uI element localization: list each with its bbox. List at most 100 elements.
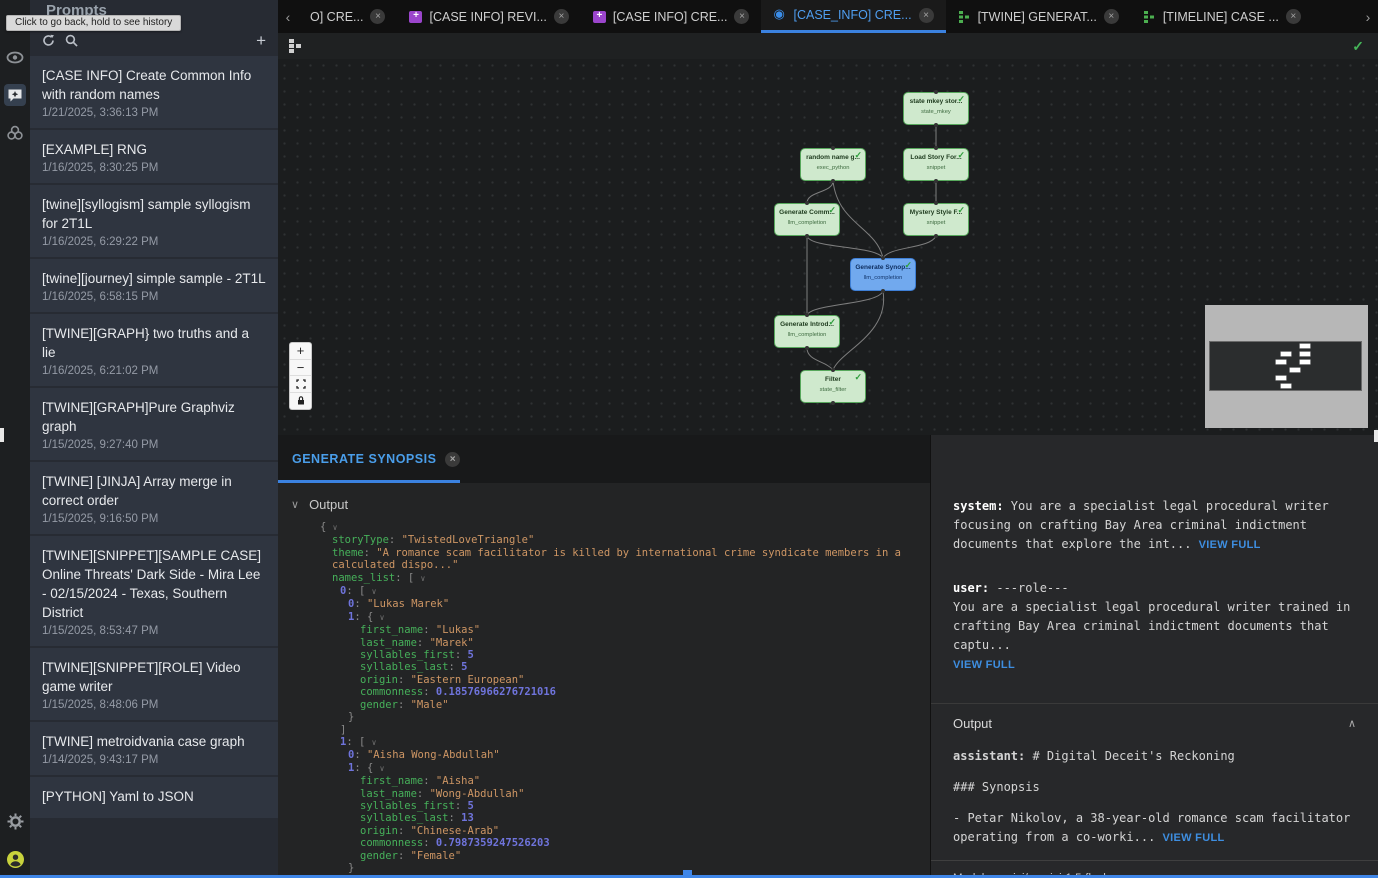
prompt-title: [CASE INFO] Create Common Info with rand… — [42, 66, 266, 104]
tab-type-icon — [593, 11, 606, 23]
view-full-link[interactable]: VIEW FULL — [1163, 832, 1225, 844]
prompt-title: [TWINE][GRAPH]Pure Graphviz graph — [42, 398, 266, 436]
user-avatar[interactable] — [4, 848, 26, 870]
graph-node[interactable]: Generate Synop... llm_completion ✓ — [850, 258, 916, 291]
list-item[interactable]: [EXAMPLE] RNG 1/16/2025, 8:30:25 PM — [30, 130, 278, 183]
model-output-label: Output — [953, 716, 992, 731]
list-item[interactable]: [PYTHON] Yaml to JSON — [30, 777, 278, 818]
prompt-title: [TWINE][GRAPH} two truths and a lie — [42, 324, 266, 362]
main-area: ‹ O] CRE... × [CASE INFO] REVI... × — [278, 0, 1378, 878]
tab[interactable]: [CASE_INFO] CRE... × — [761, 0, 945, 33]
close-icon[interactable]: × — [734, 9, 749, 24]
graph-node[interactable]: random name g... exec_python ✓ — [800, 148, 866, 181]
tab[interactable]: [CASE INFO] REVI... × — [397, 0, 580, 33]
prompt-title: [TWINE][SNIPPET][ROLE] Video game writer — [42, 658, 266, 696]
list-item[interactable]: [twine][journey] simple sample - 2T1L 1/… — [30, 259, 278, 312]
view-full-link[interactable]: VIEW FULL — [1199, 539, 1261, 551]
settings-gear-icon[interactable] — [4, 810, 26, 832]
graph-minimap[interactable] — [1205, 305, 1368, 428]
close-icon[interactable]: × — [445, 452, 460, 467]
list-item[interactable]: [twine][syllogism] sample syllogism for … — [30, 185, 278, 257]
splitter-handle-right[interactable] — [1374, 430, 1378, 442]
close-icon[interactable]: × — [1286, 9, 1301, 24]
tab[interactable]: [TWINE] GENERAT... × — [946, 0, 1131, 33]
tab-scroll-right[interactable]: › — [1358, 0, 1378, 33]
left-icon-rail — [0, 0, 30, 878]
add-prompt-button[interactable]: + — [256, 32, 266, 49]
tab[interactable]: [CASE INFO] CRE... × — [581, 0, 762, 33]
tab-label: [CASE_INFO] CRE... — [793, 8, 911, 22]
graph-valid-check-icon: ✓ — [1352, 38, 1364, 55]
lock-button[interactable] — [290, 393, 311, 410]
list-item[interactable]: [TWINE] metroidvania case graph 1/14/202… — [30, 722, 278, 775]
prompt-timestamp: 1/16/2025, 6:29:22 PM — [42, 236, 266, 248]
assistant-role-label: assistant: — [953, 749, 1025, 763]
prompt-timestamp: 1/15/2025, 8:53:47 PM — [42, 625, 266, 637]
chat-sparkle-icon — [7, 88, 23, 103]
tab[interactable]: O] CRE... × — [298, 0, 397, 33]
flow-layout-icon[interactable] — [288, 39, 302, 53]
json-output-code[interactable]: { ∨storyType: "TwistedLoveTriangle"theme… — [278, 521, 930, 878]
prompt-title: [TWINE][SNIPPET][SAMPLE CASE] Online Thr… — [42, 546, 266, 622]
eye-view-icon[interactable] — [4, 46, 26, 68]
prompt-timestamp: 1/16/2025, 8:30:25 PM — [42, 162, 266, 174]
list-item[interactable]: [TWINE] [JINJA] Array merge in correct o… — [30, 462, 278, 534]
avatar-icon — [6, 850, 25, 869]
system-message-text: You are a specialist legal procedural wr… — [953, 499, 1329, 551]
minimap-node — [1281, 352, 1291, 356]
close-icon[interactable]: × — [919, 8, 934, 23]
list-item[interactable]: [TWINE][GRAPH} two truths and a lie 1/16… — [30, 314, 278, 386]
tab-generate-synopsis[interactable]: GENERATE SYNOPSIS × — [278, 452, 474, 467]
prompt-title: [PYTHON] Yaml to JSON — [42, 787, 266, 806]
minimap-node — [1300, 360, 1310, 364]
node-success-check-icon: ✓ — [828, 205, 836, 216]
close-icon[interactable]: × — [554, 9, 569, 24]
output-section-header[interactable]: ∨ Output — [278, 483, 930, 512]
tab-label: [TWINE] GENERAT... — [978, 10, 1097, 24]
node-subtitle: llm_completion — [851, 275, 915, 281]
list-item[interactable]: [TWINE][SNIPPET][ROLE] Video game writer… — [30, 648, 278, 720]
fit-view-button[interactable] — [290, 376, 311, 393]
output-tab-strip: GENERATE SYNOPSIS × — [278, 435, 930, 483]
zoom-out-button[interactable]: − — [290, 360, 311, 377]
system-message: system: You are a specialist legal proce… — [953, 497, 1356, 555]
tab[interactable]: [TIMELINE] CASE ... × — [1131, 0, 1313, 33]
graph-node[interactable]: Filter state_filter ✓ — [800, 370, 866, 403]
prompt-title: [twine][journey] simple sample - 2T1L — [42, 269, 266, 288]
tab-label: [CASE INFO] REVI... — [429, 10, 546, 24]
zoom-in-button[interactable]: + — [290, 343, 311, 360]
node-success-check-icon: ✓ — [828, 317, 836, 328]
search-icon[interactable] — [65, 34, 78, 47]
graph-node[interactable]: Generate Introd... llm_completion ✓ — [774, 315, 840, 348]
prompts-chat-icon[interactable] — [4, 84, 26, 106]
model-output-header[interactable]: Output ∧ — [953, 716, 1356, 731]
knot-icon — [6, 125, 24, 141]
output-section-label: Output — [309, 497, 348, 512]
list-item[interactable]: [TWINE][SNIPPET][SAMPLE CASE] Online Thr… — [30, 536, 278, 646]
app-window: Prompts + [CASE INFO] Create Common Info… — [0, 0, 1378, 878]
list-item[interactable]: [TWINE][GRAPH]Pure Graphviz graph 1/15/2… — [30, 388, 278, 460]
graph-canvas[interactable]: state mkey stor... state_mkey ✓ random n… — [278, 59, 1378, 435]
graph-node[interactable]: Load Story For... snippet ✓ — [903, 148, 969, 181]
splitter-handle-left[interactable] — [0, 428, 4, 442]
user-role-label: user: — [953, 581, 989, 595]
assistant-output: assistant: # Digital Deceit's Reckoning … — [953, 747, 1356, 848]
prompt-timestamp: 1/16/2025, 6:21:02 PM — [42, 365, 266, 377]
user-message-line1: ---role--- — [989, 581, 1068, 595]
list-item[interactable]: [CASE INFO] Create Common Info with rand… — [30, 56, 278, 128]
collapse-caret-icon[interactable]: ∧ — [1348, 717, 1356, 730]
graph-node[interactable]: state mkey stor... state_mkey ✓ — [903, 92, 969, 125]
graph-node[interactable]: Generate Comm... llm_completion ✓ — [774, 203, 840, 236]
tab-scroll-left[interactable]: ‹ — [278, 0, 298, 33]
node-detail-panel: system: You are a specialist legal proce… — [930, 435, 1378, 878]
close-icon[interactable]: × — [1104, 9, 1119, 24]
bottom-scrollbar-thumb[interactable] — [683, 870, 692, 878]
workflow-knot-icon[interactable] — [4, 122, 26, 144]
graph-node[interactable]: Mystery Style F... snippet ✓ — [903, 203, 969, 236]
close-icon[interactable]: × — [370, 9, 385, 24]
minimap-node — [1290, 368, 1300, 372]
refresh-icon[interactable] — [42, 34, 55, 47]
node-subtitle: snippet — [904, 220, 968, 226]
view-full-link[interactable]: VIEW FULL — [953, 659, 1015, 671]
collapse-chevron-icon[interactable]: ∨ — [291, 498, 299, 511]
